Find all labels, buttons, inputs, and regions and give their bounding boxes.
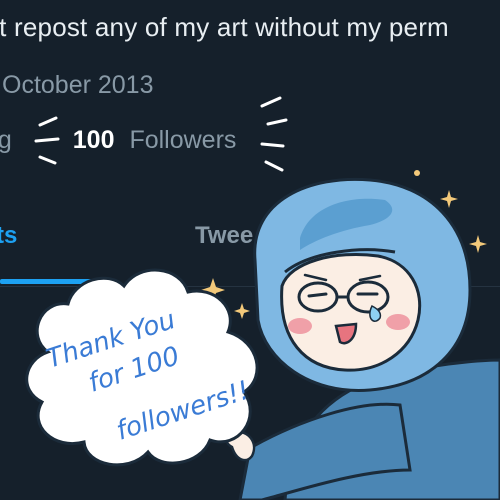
speech-bubble: Thank You for 100 followers!! xyxy=(25,268,259,467)
character-figure xyxy=(225,177,500,500)
emphasis-lines xyxy=(34,96,288,172)
screenshot-stage: 't repost any of my art without my perm … xyxy=(0,0,500,500)
celebration-illustration: Thank You for 100 followers!! xyxy=(25,96,500,500)
